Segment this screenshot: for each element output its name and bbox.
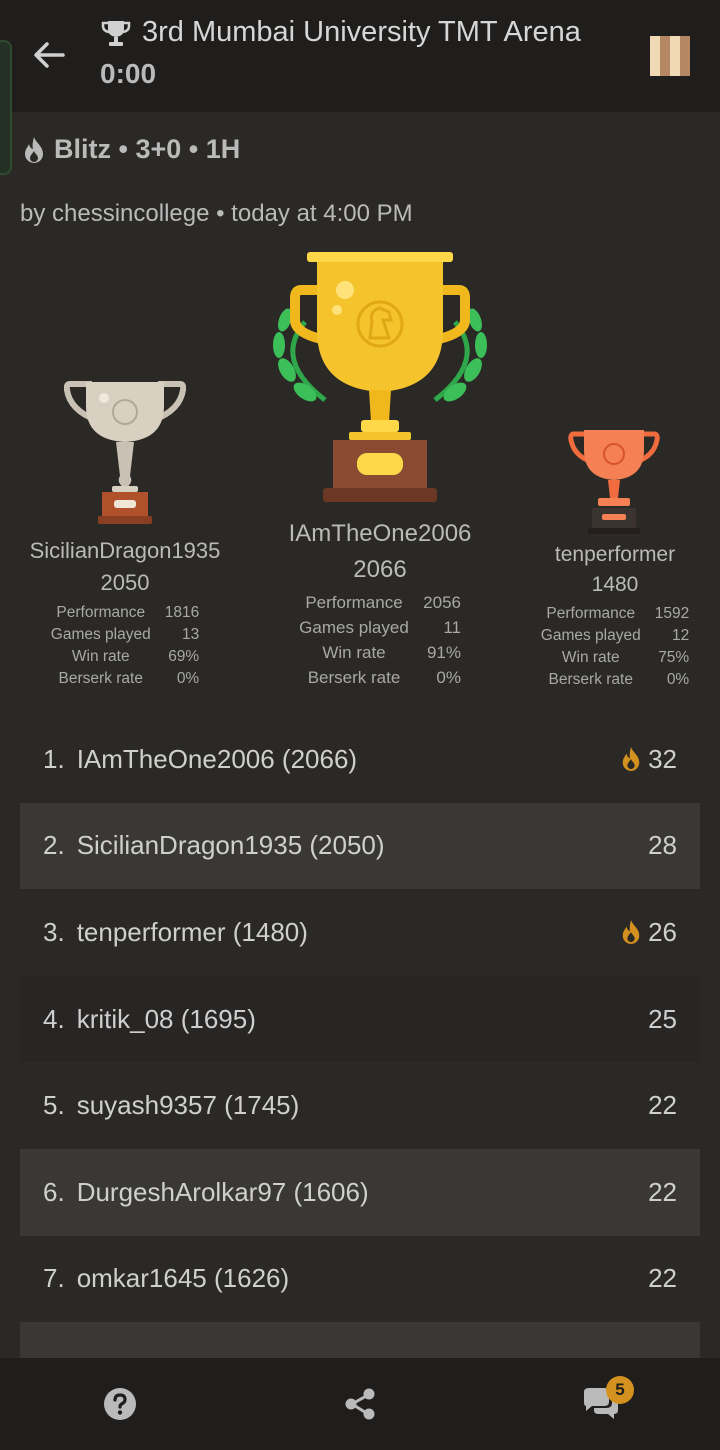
- fire-icon: [622, 747, 640, 772]
- tournament-format: Blitz • 3+0 • 1H: [54, 134, 241, 164]
- standings-row-partial[interactable]: [20, 1322, 700, 1363]
- fire-icon: [25, 136, 43, 163]
- standings-player: IAmTheOne2006 (2066): [76, 743, 358, 774]
- podium-second-rating: 2050: [100, 570, 150, 595]
- podium-second-name: SicilianDragon1935: [29, 538, 221, 563]
- standings-player: omkar1645 (1626): [76, 1263, 290, 1294]
- arrow-left-icon: [34, 42, 65, 68]
- standings-player: kritik_08 (1695): [76, 1003, 256, 1034]
- podium-first[interactable]: IAmTheOne2006 2066 Performance 2056 Games…: [265, 520, 495, 690]
- standings-player: tenperformer (1480): [76, 916, 308, 947]
- podium-third-name: tenperformer: [554, 543, 676, 566]
- standings-score: 22: [648, 1263, 677, 1294]
- chat-unread-badge: 5: [606, 1376, 634, 1404]
- standings-rank: 2.: [43, 830, 65, 861]
- standings-row[interactable]: 6. DurgeshArolkar97 (1606) 22: [20, 1148, 700, 1236]
- standings-score: 22: [648, 1090, 677, 1121]
- podium-first-rating: 2066: [353, 556, 407, 583]
- standings-score: 25: [648, 1003, 677, 1034]
- share-button[interactable]: [330, 1374, 390, 1434]
- standings-rank: 4.: [43, 1003, 65, 1034]
- help-button[interactable]: [90, 1374, 150, 1434]
- podium-third[interactable]: tenperformer 1480 Performance 1592 Games …: [520, 543, 710, 691]
- tournament-format-row: Blitz • 3+0 • 1H: [22, 134, 240, 165]
- fire-icon: [622, 920, 640, 945]
- standings-rank: 3.: [43, 916, 65, 947]
- second-place-trophy-icon: [64, 381, 186, 524]
- standings-score: 32: [648, 743, 677, 774]
- first-place-trophy-icon: [273, 252, 487, 502]
- podium-third-stats: Performance 1592 Games played 12 Win rate 7…: [540, 605, 690, 688]
- standings-row[interactable]: 3. tenperformer (1480) 26: [20, 889, 700, 976]
- chat-button[interactable]: 5: [570, 1374, 634, 1434]
- standings-score: 22: [648, 1176, 677, 1207]
- tournament-title: 3rd Mumbai University TMT Arena: [142, 16, 581, 48]
- podium-first-name: IAmTheOne2006: [288, 520, 472, 547]
- standings-list: 1. IAmTheOne2006 (2066) 32 2. SicilianDrag…: [20, 716, 700, 1363]
- standings-row[interactable]: 4. kritik_08 (1695) 25: [20, 975, 700, 1063]
- standings-player: SicilianDragon1935 (2050): [76, 830, 385, 861]
- edge-drawer-tab[interactable]: [0, 40, 12, 175]
- standings-player: suyash9357 (1745): [76, 1090, 300, 1121]
- podium-third-rating: 1480: [591, 573, 639, 596]
- chessboard-icon[interactable]: [650, 36, 690, 76]
- standings-score: 26: [648, 916, 677, 947]
- standings-score: 28: [648, 830, 677, 861]
- standings-row[interactable]: 2. SicilianDragon1935 (2050) 28: [20, 802, 700, 890]
- standings-rank: 1.: [43, 743, 65, 774]
- standings-rank: 5.: [43, 1090, 65, 1121]
- standings-row[interactable]: 5. suyash9357 (1745) 22: [20, 1062, 700, 1149]
- tournament-creator: by chessincollege • today at 4:00 PM: [20, 200, 413, 227]
- help-icon: [104, 1388, 136, 1420]
- podium-first-stats: Performance 2056 Games played 11 Win rate 9…: [299, 593, 461, 687]
- third-place-trophy-icon: [568, 430, 660, 534]
- bottom-action-bar: 5: [0, 1358, 720, 1450]
- tournament-clock: 0:00: [100, 58, 157, 89]
- podium-second[interactable]: SicilianDragon1935 2050 Performance 1816 …: [10, 538, 240, 690]
- back-button[interactable]: [26, 32, 72, 78]
- standings-row[interactable]: 1. IAmTheOne2006 (2066) 32: [20, 716, 700, 803]
- trophy-icon: [101, 20, 131, 46]
- podium-second-stats: Performance 1816 Games played 13 Win rate 6…: [50, 604, 200, 687]
- standings-row[interactable]: 7. omkar1645 (1626) 22: [20, 1236, 700, 1323]
- standings-player: DurgeshArolkar97 (1606): [76, 1176, 369, 1207]
- share-icon: [345, 1388, 375, 1420]
- tournament-title-row: 3rd Mumbai University TMT Arena: [100, 16, 581, 49]
- standings-rank: 6.: [43, 1176, 65, 1207]
- standings-rank: 7.: [43, 1263, 65, 1294]
